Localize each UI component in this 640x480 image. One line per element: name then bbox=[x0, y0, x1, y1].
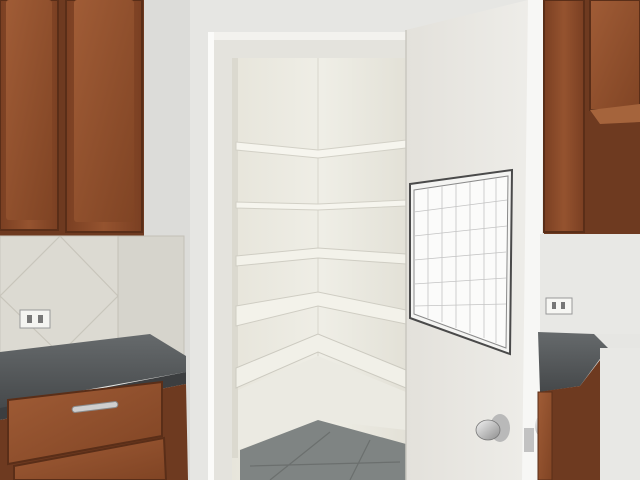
pantry-scene bbox=[0, 0, 640, 480]
wall-outlet bbox=[545, 297, 573, 315]
upper-cabinet-right bbox=[543, 0, 640, 234]
upper-cabinet-left bbox=[0, 0, 144, 236]
right-wall bbox=[540, 234, 640, 334]
right-wall-lower bbox=[600, 348, 640, 480]
pantry-photo bbox=[0, 0, 640, 480]
wall-outlet-left bbox=[19, 309, 51, 329]
lower-cabinet-left bbox=[0, 380, 188, 480]
